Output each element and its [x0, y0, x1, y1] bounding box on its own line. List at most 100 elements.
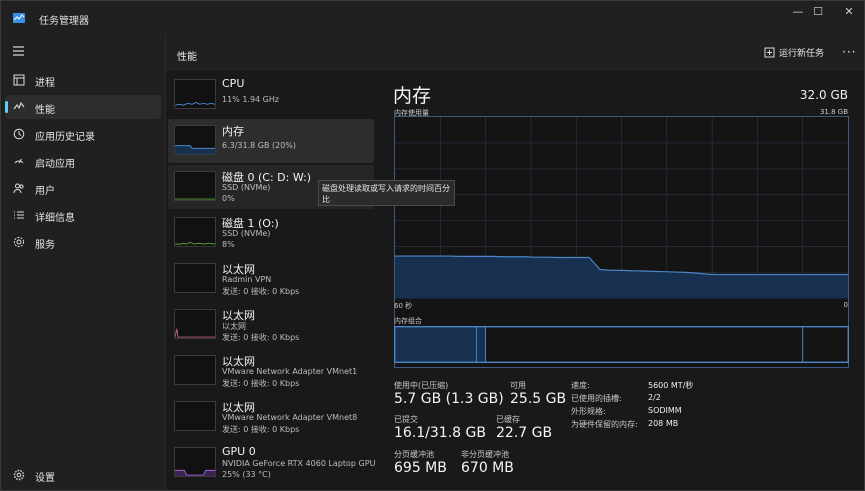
sidebar: 进程 性能 应用历史记录 启动应用 用户 详细信息 服务 设置	[1, 35, 165, 490]
performance-icon	[13, 101, 25, 110]
performance-header: 性能 运行新任务 ···	[165, 35, 864, 71]
details-icon	[14, 211, 24, 219]
in-use-label: 使用中(已压缩)	[394, 381, 449, 390]
sidebar-item-users[interactable]: 用户	[5, 176, 161, 200]
sidebar-item-app-history[interactable]: 应用历史记录	[5, 122, 161, 146]
title-bar: 任务管理器 — ☐ ✕	[1, 1, 864, 35]
device-item-gpu-0[interactable]: GPU 0 NVIDIA GeForce RTX 4060 Laptop GPU…	[168, 441, 376, 485]
memory-composition-label: 内存组合	[394, 317, 422, 325]
detail-title: 内存	[393, 85, 432, 107]
memory-detail-panel: 内存 32.0 GB 内存使用量 31.8 GB 60 秒 0 内存组合 使用中…	[375, 71, 864, 490]
spec-speed-value: 5600 MT/秒	[648, 381, 694, 390]
sidebar-item-label: 设置	[35, 473, 55, 484]
sidebar-item-label: 进程	[35, 78, 55, 89]
device-detail: 11% 1.94 GHz	[222, 95, 280, 104]
graph-axis-right: 0	[843, 301, 848, 309]
ethernet-thumbnail	[174, 309, 216, 339]
available-value: 25.5 GB	[510, 391, 567, 407]
page-title: 性能	[177, 52, 197, 63]
nonpaged-pool-label: 非分页缓冲池	[461, 450, 509, 459]
sidebar-item-label: 启动应用	[35, 159, 75, 170]
device-throughput: 发送: 0 接收: 0 Kbps	[222, 379, 300, 388]
device-item-cpu[interactable]: CPU 11% 1.94 GHz	[168, 73, 374, 117]
device-list: CPU 11% 1.94 GHz 内存 6.3/31.8 GB (20%) 磁盘…	[165, 71, 375, 490]
sidebar-item-services[interactable]: 服务	[5, 230, 161, 254]
more-options-button[interactable]: ···	[842, 45, 856, 59]
device-throughput: 发送: 0 接收: 0 Kbps	[222, 287, 300, 296]
device-detail: 以太网	[222, 322, 246, 331]
run-task-icon	[764, 47, 775, 58]
cached-label: 已缓存	[496, 415, 520, 424]
device-name: GPU 0	[222, 445, 256, 458]
device-usage: 8%	[222, 240, 235, 249]
window-title: 任务管理器	[39, 16, 89, 27]
memory-thumbnail	[174, 125, 216, 155]
nonpaged-pool-value: 670 MB	[461, 460, 514, 476]
composition-free	[802, 327, 848, 362]
tooltip: 磁盘处理读取或写入请求的时间百分比	[318, 180, 455, 206]
ethernet-thumbnail	[174, 263, 216, 293]
spec-slots-value: 2/2	[648, 393, 661, 402]
paged-pool-value: 695 MB	[394, 460, 447, 476]
spec-reserved-label: 为硬件保留的内存:	[571, 420, 638, 429]
sidebar-item-label: 用户	[35, 186, 55, 197]
paged-pool-label: 分页缓冲池	[394, 450, 434, 459]
gear-icon	[13, 469, 25, 481]
disk-1-thumbnail	[174, 217, 216, 247]
composition-in-use	[395, 327, 477, 362]
device-detail: SSD (NVMe)	[222, 183, 271, 192]
run-new-task-button[interactable]: 运行新任务	[764, 46, 824, 59]
task-manager-app-icon	[13, 13, 25, 23]
sidebar-item-performance[interactable]: 性能	[5, 95, 161, 119]
sidebar-item-processes[interactable]: 进程	[5, 68, 161, 92]
device-throughput: 发送: 0 接收: 0 Kbps	[222, 333, 300, 342]
sidebar-item-label: 应用历史记录	[35, 132, 95, 143]
committed-value: 16.1/31.8 GB	[394, 425, 486, 441]
memory-usage-max: 31.8 GB	[819, 108, 848, 116]
sidebar-item-label: 性能	[35, 105, 55, 116]
ethernet-thumbnail	[174, 355, 216, 385]
composition-modified	[476, 327, 486, 362]
disk-0-thumbnail	[174, 171, 216, 201]
device-detail: NVIDIA GeForce RTX 4060 Laptop GPU	[222, 459, 376, 468]
device-item-memory[interactable]: 内存 6.3/31.8 GB (20%)	[168, 119, 374, 163]
device-detail: VMware Network Adapter VMnet8	[222, 413, 358, 422]
sidebar-item-settings[interactable]: 设置	[5, 463, 161, 487]
device-item-ethernet[interactable]: 以太网 以太网 发送: 0 接收: 0 Kbps	[168, 303, 374, 347]
device-detail: Radmin VPN	[222, 275, 272, 284]
device-detail: SSD (NVMe)	[222, 229, 271, 238]
services-icon	[13, 236, 25, 248]
processes-icon	[13, 74, 25, 86]
run-new-task-label: 运行新任务	[779, 49, 825, 59]
cached-value: 22.7 GB	[496, 425, 553, 441]
sidebar-item-startup[interactable]: 启动应用	[5, 149, 161, 173]
cpu-thumbnail	[174, 79, 216, 109]
spec-form-factor-label: 外形规格:	[571, 407, 606, 416]
device-detail: VMware Network Adapter VMnet1	[222, 367, 358, 376]
spec-slots-label: 已使用的插槽:	[571, 394, 622, 403]
close-button[interactable]: ✕	[829, 1, 865, 21]
total-capacity: 32.0 GB	[799, 88, 848, 102]
device-name: CPU	[222, 77, 245, 90]
device-name: 内存	[222, 125, 244, 138]
history-icon	[13, 128, 25, 140]
graph-axis-left: 60 秒	[394, 302, 413, 310]
hamburger-menu-icon[interactable]	[12, 45, 26, 57]
gpu-thumbnail	[174, 447, 216, 477]
device-item-ethernet-radmin[interactable]: 以太网 Radmin VPN 发送: 0 接收: 0 Kbps	[168, 257, 374, 301]
ethernet-thumbnail	[174, 401, 216, 431]
task-manager-window: 任务管理器 — ☐ ✕ 进程 性能 应用历史记录 启动应用 用户 详细信息 服务…	[0, 0, 865, 491]
users-icon	[13, 183, 24, 194]
device-usage: 0%	[222, 194, 235, 203]
device-usage: 25% (33 °C)	[222, 470, 271, 479]
sidebar-item-details[interactable]: 详细信息	[5, 203, 161, 227]
spec-form-factor-value: SODIMM	[648, 406, 682, 415]
device-item-ethernet-vmnet1[interactable]: 以太网 VMware Network Adapter VMnet1 发送: 0 …	[168, 349, 374, 393]
in-use-value: 5.7 GB (1.3 GB)	[394, 391, 504, 407]
startup-icon	[14, 158, 24, 164]
device-item-ethernet-vmnet8[interactable]: 以太网 VMware Network Adapter VMnet8 发送: 0 …	[168, 395, 374, 439]
composition-standby	[485, 327, 804, 362]
memory-composition-bar	[394, 326, 849, 363]
device-item-disk-1[interactable]: 磁盘 1 (O:) SSD (NVMe) 8%	[168, 211, 374, 255]
committed-label: 已提交	[394, 415, 418, 424]
